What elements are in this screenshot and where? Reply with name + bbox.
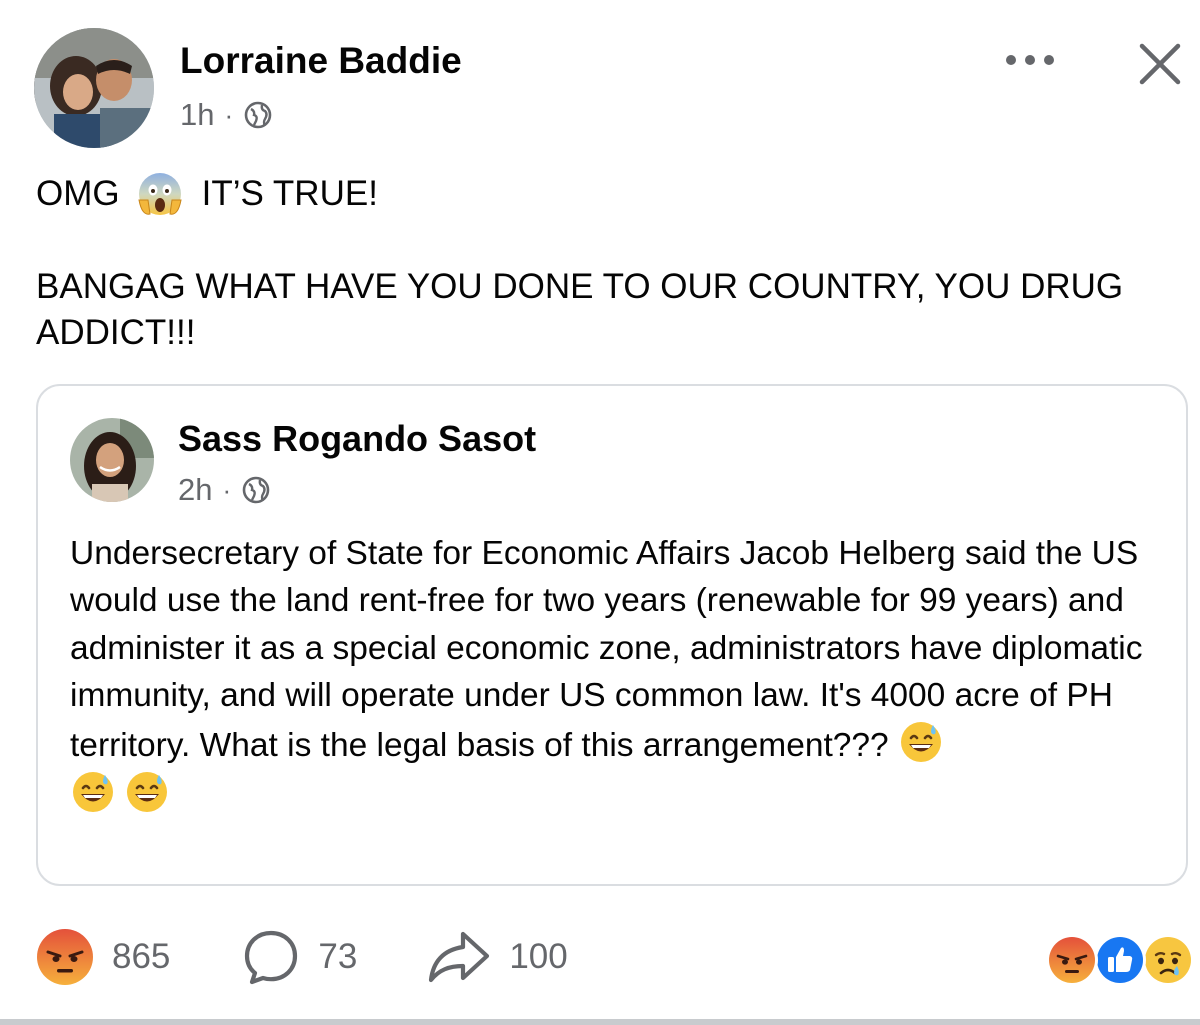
- angry-reaction-icon: [1046, 934, 1098, 986]
- react-button[interactable]: 865: [36, 928, 170, 986]
- shared-timestamp[interactable]: 2h: [178, 472, 212, 508]
- face-screaming-in-fear-emoji: [138, 173, 182, 215]
- globe-icon: [244, 101, 272, 129]
- shared-author-avatar[interactable]: [70, 418, 154, 502]
- shared-post-text: Undersecretary of State for Economic Aff…: [70, 530, 1160, 820]
- sad-reaction-icon: [1142, 934, 1194, 986]
- share-button[interactable]: 100: [427, 928, 568, 986]
- author-name[interactable]: Lorraine Baddie: [180, 40, 462, 82]
- share-icon: [429, 931, 490, 983]
- post-text-its-true: IT’S TRUE!: [201, 174, 378, 213]
- post-text-omg: OMG: [36, 174, 120, 213]
- close-button[interactable]: [1128, 32, 1192, 96]
- meta-separator: ·: [224, 99, 234, 130]
- comment-count: 73: [318, 937, 358, 976]
- post-meta: 1h ·: [180, 95, 273, 135]
- author-avatar[interactable]: [34, 28, 154, 148]
- post-actions-bar: 865 73 100: [36, 928, 568, 986]
- shared-author-name[interactable]: Sass Rogando Sasot: [178, 418, 536, 460]
- grinning-face-with-sweat-emoji: [900, 722, 941, 763]
- more-icon: [1006, 55, 1054, 65]
- grinning-face-with-sweat-emoji: [73, 772, 113, 813]
- grinning-face-with-sweat-emoji: [127, 772, 167, 813]
- close-icon: [1139, 43, 1181, 85]
- reaction-summary[interactable]: [1046, 934, 1196, 986]
- share-count: 100: [509, 937, 568, 976]
- meta-separator: ·: [222, 474, 232, 505]
- post-text-line1: OMG IT’S TRUE!: [36, 168, 378, 220]
- reaction-count: 865: [112, 937, 171, 976]
- angry-emoji: [37, 929, 93, 985]
- shared-post-meta: 2h ·: [178, 470, 271, 510]
- post-timestamp[interactable]: 1h: [180, 97, 214, 133]
- post-text-line2: BANGAG WHAT HAVE YOU DONE TO OUR COUNTRY…: [36, 267, 1124, 352]
- comment-icon: [245, 930, 298, 985]
- bottom-divider: [0, 1019, 1200, 1025]
- comment-button[interactable]: 73: [242, 928, 357, 986]
- more-options-button[interactable]: [1000, 40, 1060, 80]
- like-reaction-icon: [1094, 934, 1146, 986]
- globe-icon: [242, 476, 270, 504]
- shared-post-body: Undersecretary of State for Economic Aff…: [70, 535, 1143, 765]
